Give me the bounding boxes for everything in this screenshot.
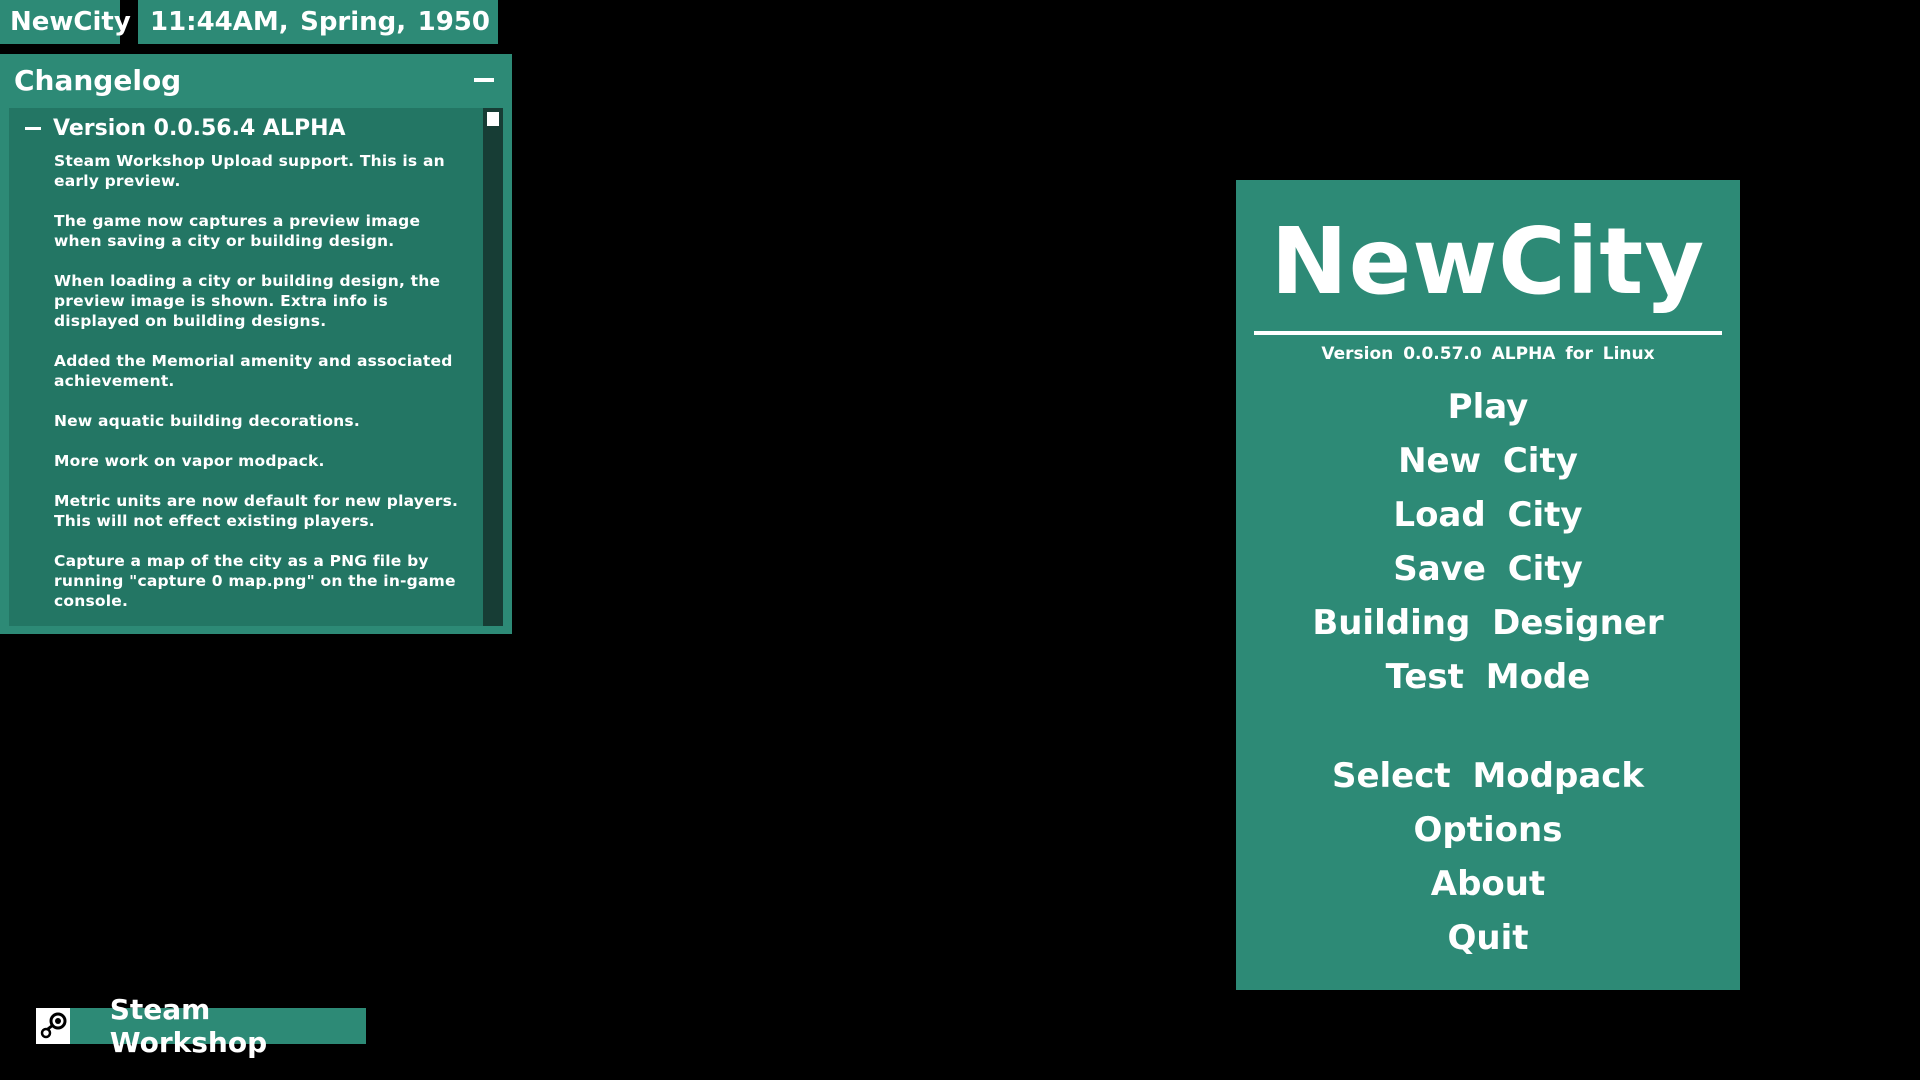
changelog-entry: More work on vapor modpack. xyxy=(54,452,325,470)
changelog-entry: When loading a city or building design, … xyxy=(54,272,441,330)
changelog-entry: Steam Workshop Upload support. This is a… xyxy=(54,152,445,190)
test-mode-button[interactable]: Test Mode xyxy=(1236,657,1740,697)
game-logo: NewCity xyxy=(1270,208,1706,315)
load-city-button[interactable]: Load City xyxy=(1236,495,1740,535)
minimize-icon[interactable] xyxy=(474,78,494,82)
options-button[interactable]: Options xyxy=(1236,810,1740,850)
main-menu: NewCity Version 0.0.57.0 ALPHA for Linux… xyxy=(1236,180,1740,990)
steam-workshop-label: Steam Workshop xyxy=(109,993,268,1059)
logo-divider xyxy=(1254,331,1722,335)
changelog-header: Changelog xyxy=(0,54,512,106)
scrollbar-thumb[interactable] xyxy=(487,112,499,126)
game-version: Version 0.0.57.0 ALPHA for Linux xyxy=(1321,344,1655,364)
quit-button[interactable]: Quit xyxy=(1236,918,1740,958)
changelog-entry: New aquatic building decorations. xyxy=(54,412,360,430)
year-text: 1950 xyxy=(417,7,490,37)
version-section-header[interactable]: Version 0.0.56.4 ALPHA xyxy=(25,116,467,141)
changelog-entry: Added the Memorial amenity and associate… xyxy=(54,352,453,390)
building-designer-button[interactable]: Building Designer xyxy=(1236,603,1740,643)
steam-icon xyxy=(36,1008,70,1044)
collapse-icon[interactable] xyxy=(25,127,41,130)
scrollbar[interactable] xyxy=(483,108,503,626)
about-button[interactable]: About xyxy=(1236,864,1740,904)
changelog-entry: Capture a map of the city as a PNG file … xyxy=(54,552,456,610)
season-text: Spring, xyxy=(300,7,407,37)
changelog-body: Version 0.0.56.4 ALPHA Steam Workshop Up… xyxy=(9,108,503,626)
changelog-entry: The game now captures a preview image wh… xyxy=(54,212,421,250)
time-text: 11:44AM, xyxy=(150,7,289,37)
changelog-entry: Metric units are now default for new pla… xyxy=(54,492,459,530)
new-city-button[interactable]: New City xyxy=(1236,441,1740,481)
save-city-button[interactable]: Save City xyxy=(1236,549,1740,589)
version-label: Version 0.0.56.4 ALPHA xyxy=(53,116,346,141)
changelog-panel: Changelog Version 0.0.56.4 ALPHA Steam W… xyxy=(0,54,512,634)
steam-workshop-button[interactable]: Steam Workshop xyxy=(36,993,366,1059)
app-name-badge: NewCity xyxy=(0,0,131,44)
select-modpack-button[interactable]: Select Modpack xyxy=(1236,756,1740,796)
app-name: NewCity xyxy=(10,7,131,37)
play-button[interactable]: Play xyxy=(1236,387,1740,427)
changelog-scroll-area[interactable]: Version 0.0.56.4 ALPHA Steam Workshop Up… xyxy=(9,108,483,626)
date-time-display: 11:44AM, Spring, 1950 xyxy=(138,0,498,44)
changelog-title: Changelog xyxy=(14,63,182,97)
